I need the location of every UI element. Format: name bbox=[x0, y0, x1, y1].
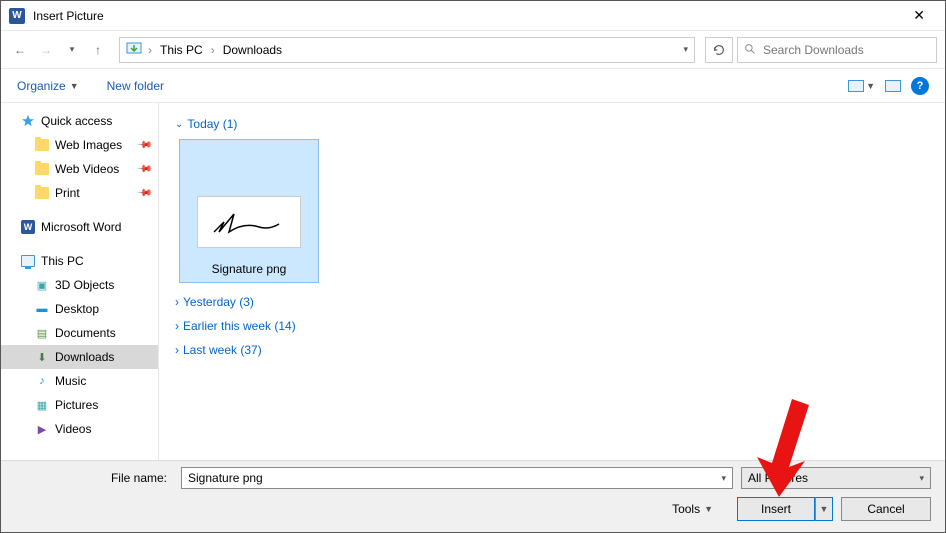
downloads-location-icon bbox=[126, 42, 142, 58]
file-type-filter[interactable]: All Pictures ▾ bbox=[741, 467, 931, 489]
new-folder-button[interactable]: New folder bbox=[107, 79, 164, 93]
documents-icon: ▤ bbox=[35, 326, 49, 340]
downloads-icon: ⬇ bbox=[35, 350, 49, 364]
sidebar-pictures[interactable]: ▦Pictures bbox=[1, 393, 158, 417]
insert-dropdown[interactable]: ▼ bbox=[815, 497, 833, 521]
search-placeholder: Search Downloads bbox=[763, 43, 864, 57]
sidebar-3d-objects[interactable]: ▣3D Objects bbox=[1, 273, 158, 297]
tools-button[interactable]: Tools▼ bbox=[672, 502, 713, 516]
chevron-down-icon: ⌄ bbox=[175, 119, 183, 130]
main-area: Quick access Web Images📌 Web Videos📌 Pri… bbox=[1, 103, 945, 465]
folder-icon bbox=[35, 187, 49, 199]
music-icon: ♪ bbox=[35, 374, 49, 388]
star-icon bbox=[21, 114, 35, 128]
file-thumbnail bbox=[197, 196, 301, 248]
caret-down-icon[interactable]: ▾ bbox=[721, 473, 726, 484]
sidebar-item-print[interactable]: Print📌 bbox=[1, 181, 158, 205]
sidebar-quick-access[interactable]: Quick access bbox=[1, 109, 158, 133]
nav-row: ← → ▾ ↑ › This PC › Downloads ▾ Search D… bbox=[1, 31, 945, 69]
insert-button[interactable]: Insert bbox=[737, 497, 815, 521]
window-title: Insert Picture bbox=[33, 9, 901, 23]
file-name-input[interactable]: Signature png ▾ bbox=[181, 467, 733, 489]
sidebar-music[interactable]: ♪Music bbox=[1, 369, 158, 393]
videos-icon: ▶ bbox=[35, 422, 49, 436]
chevron-right-icon: › bbox=[175, 343, 179, 357]
sidebar-videos[interactable]: ▶Videos bbox=[1, 417, 158, 441]
sidebar-desktop[interactable]: ▬Desktop bbox=[1, 297, 158, 321]
caret-down-icon: ▼ bbox=[704, 504, 713, 514]
chevron-right-icon: › bbox=[175, 295, 179, 309]
organize-button[interactable]: Organize▼ bbox=[17, 79, 79, 93]
view-mode-button[interactable]: ▼ bbox=[848, 80, 875, 92]
group-yesterday[interactable]: ›Yesterday (3) bbox=[175, 295, 929, 309]
breadcrumb-downloads[interactable]: Downloads bbox=[221, 43, 284, 57]
pin-icon: 📌 bbox=[135, 161, 152, 178]
preview-pane-button[interactable] bbox=[885, 80, 901, 92]
sidebar-downloads[interactable]: ⬇Downloads bbox=[1, 345, 158, 369]
cancel-button[interactable]: Cancel bbox=[841, 497, 931, 521]
caret-down-icon: ▼ bbox=[866, 81, 875, 91]
caret-down-icon: ▼ bbox=[820, 504, 829, 514]
breadcrumb[interactable]: › This PC › Downloads ▾ bbox=[119, 37, 695, 63]
pc-icon bbox=[21, 255, 35, 267]
sidebar: Quick access Web Images📌 Web Videos📌 Pri… bbox=[1, 103, 159, 465]
word-icon: W bbox=[21, 220, 35, 234]
breadcrumb-dropdown[interactable]: ▾ bbox=[683, 44, 688, 55]
file-content-pane: ⌄Today (1) Signature png ›Yesterday (3) … bbox=[159, 103, 945, 465]
group-earlier-this-week[interactable]: ›Earlier this week (14) bbox=[175, 319, 929, 333]
chevron-right-icon: › bbox=[175, 319, 179, 333]
desktop-icon: ▬ bbox=[35, 302, 49, 316]
close-button[interactable]: ✕ bbox=[901, 3, 937, 28]
file-label: Signature png bbox=[212, 262, 287, 276]
folder-icon bbox=[35, 139, 49, 151]
back-button[interactable]: ← bbox=[9, 39, 31, 61]
folder-icon bbox=[35, 163, 49, 175]
sidebar-item-web-videos[interactable]: Web Videos📌 bbox=[1, 157, 158, 181]
pin-icon: 📌 bbox=[135, 137, 152, 154]
up-button[interactable]: ↑ bbox=[87, 39, 109, 61]
group-today[interactable]: ⌄Today (1) bbox=[175, 117, 929, 131]
search-icon bbox=[744, 43, 757, 56]
breadcrumb-this-pc[interactable]: This PC bbox=[158, 43, 205, 57]
caret-down-icon: ▾ bbox=[919, 473, 924, 484]
refresh-icon bbox=[712, 43, 726, 57]
group-last-week[interactable]: ›Last week (37) bbox=[175, 343, 929, 357]
help-button[interactable]: ? bbox=[911, 77, 929, 95]
toolbar: Organize▼ New folder ▼ ? bbox=[1, 69, 945, 103]
forward-button[interactable]: → bbox=[35, 39, 57, 61]
sidebar-microsoft-word[interactable]: WMicrosoft Word bbox=[1, 215, 158, 239]
sidebar-documents[interactable]: ▤Documents bbox=[1, 321, 158, 345]
thumbnail-view-icon bbox=[848, 80, 864, 92]
caret-down-icon: ▼ bbox=[70, 81, 79, 91]
cube-icon: ▣ bbox=[35, 278, 49, 292]
file-signature-png[interactable]: Signature png bbox=[179, 139, 319, 283]
pin-icon: 📌 bbox=[135, 185, 152, 202]
pictures-icon: ▦ bbox=[35, 398, 49, 412]
sidebar-item-web-images[interactable]: Web Images📌 bbox=[1, 133, 158, 157]
footer: File name: Signature png ▾ All Pictures … bbox=[1, 460, 945, 532]
refresh-button[interactable] bbox=[705, 37, 733, 63]
search-input[interactable]: Search Downloads bbox=[737, 37, 937, 63]
recent-dropdown[interactable]: ▾ bbox=[61, 39, 83, 61]
signature-icon bbox=[204, 202, 294, 242]
chevron-right-icon: › bbox=[209, 43, 217, 57]
title-bar: W Insert Picture ✕ bbox=[1, 1, 945, 31]
chevron-right-icon: › bbox=[146, 43, 154, 57]
sidebar-this-pc[interactable]: This PC bbox=[1, 249, 158, 273]
word-app-icon: W bbox=[9, 8, 25, 24]
file-name-label: File name: bbox=[15, 471, 173, 485]
